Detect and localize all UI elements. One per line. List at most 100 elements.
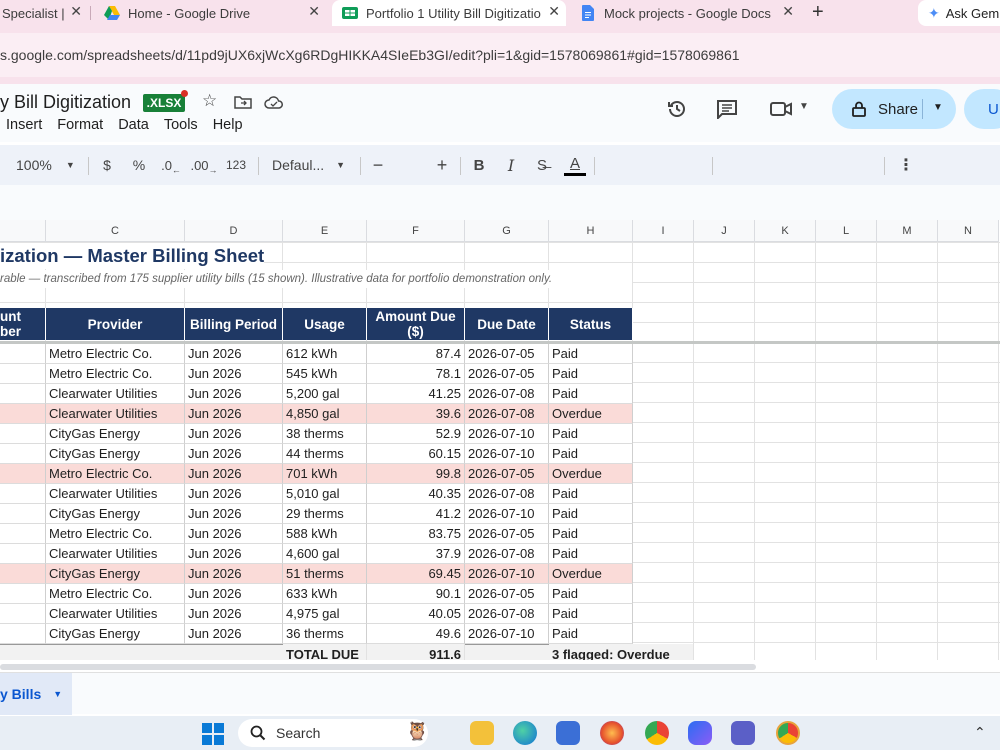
cell-status[interactable]: Overdue	[549, 404, 633, 424]
address-bar[interactable]: s.google.com/spreadsheets/d/11pd9jUX6xjW…	[0, 33, 1000, 77]
column-header-d[interactable]: D	[185, 220, 283, 242]
cell-usage[interactable]: 4,600 gal	[283, 544, 367, 564]
cell-status[interactable]: Overdue	[549, 564, 633, 584]
tab-specialist[interactable]: Specialist | ✕	[0, 0, 88, 26]
cell-amount[interactable]: 83.75	[367, 524, 465, 544]
share-button[interactable]: Share ▼	[832, 89, 956, 129]
cell-due[interactable]: 2026-07-08	[465, 384, 549, 404]
cell-usage[interactable]: 5,200 gal	[283, 384, 367, 404]
comments-icon[interactable]	[716, 99, 738, 119]
cell-usage[interactable]: 36 therms	[283, 624, 367, 644]
cell-provider[interactable]: Metro Electric Co.	[46, 584, 185, 604]
column-header-j[interactable]: J	[694, 220, 755, 242]
cell-account-cell[interactable]	[0, 364, 46, 384]
cell-provider[interactable]: Clearwater Utilities	[46, 484, 185, 504]
cell-status[interactable]: Paid	[549, 524, 633, 544]
cell-period[interactable]: Jun 2026	[185, 524, 283, 544]
store-icon[interactable]	[556, 721, 580, 745]
ask-gemini-button[interactable]: ✦ Ask Gem	[918, 0, 1000, 26]
cell-period[interactable]: Jun 2026	[185, 504, 283, 524]
column-header-e[interactable]: E	[283, 220, 367, 242]
cell-usage[interactable]: 633 kWh	[283, 584, 367, 604]
cell-period[interactable]: Jun 2026	[185, 564, 283, 584]
decrease-font-size-button[interactable]: −	[368, 145, 388, 185]
cloud-saved-icon[interactable]	[264, 95, 284, 109]
column-header-b[interactable]	[0, 220, 46, 242]
decrease-decimal-button[interactable]: .0 ←	[158, 145, 184, 185]
cell-usage[interactable]: 5,010 gal	[283, 484, 367, 504]
cell-period[interactable]: Jun 2026	[185, 384, 283, 404]
cell-provider[interactable]: Clearwater Utilities	[46, 544, 185, 564]
total-amount[interactable]: 911.6	[367, 644, 465, 660]
cell-due[interactable]: 2026-07-10	[465, 564, 549, 584]
cell-provider[interactable]: Clearwater Utilities	[46, 384, 185, 404]
cell-status[interactable]: Overdue	[549, 464, 633, 484]
cell-account-cell[interactable]	[0, 344, 46, 364]
currency-format-button[interactable]: $	[96, 145, 118, 185]
cell-account-cell[interactable]	[0, 484, 46, 504]
cell-account-cell[interactable]	[0, 604, 46, 624]
cell-status[interactable]: Paid	[549, 384, 633, 404]
bold-button[interactable]: B	[468, 145, 490, 185]
cell-provider[interactable]: CityGas Energy	[46, 624, 185, 644]
cell-due[interactable]: 2026-07-08	[465, 484, 549, 504]
cell-period[interactable]: Jun 2026	[185, 484, 283, 504]
close-icon[interactable]: ✕	[782, 3, 794, 20]
column-header-c[interactable]: C	[46, 220, 185, 242]
cell-usage[interactable]: 44 therms	[283, 444, 367, 464]
text-color-button[interactable]: A	[562, 145, 588, 185]
cell-account-cell[interactable]	[0, 624, 46, 644]
cell-usage[interactable]: 51 therms	[283, 564, 367, 584]
percent-format-button[interactable]: %	[128, 145, 150, 185]
chevron-down-icon[interactable]: ▼	[799, 101, 809, 112]
chrome-icon[interactable]	[645, 721, 669, 745]
cell-status[interactable]: Paid	[549, 604, 633, 624]
cell-status[interactable]: Paid	[549, 504, 633, 524]
cell-provider[interactable]: CityGas Energy	[46, 504, 185, 524]
chrome-canary-icon[interactable]	[776, 721, 800, 745]
cell-amount[interactable]: 49.6	[367, 624, 465, 644]
cell-usage[interactable]: 29 therms	[283, 504, 367, 524]
cell-period[interactable]: Jun 2026	[185, 364, 283, 384]
cell-amount[interactable]: 87.4	[367, 344, 465, 364]
more-options-button[interactable]: ⋮	[896, 145, 916, 185]
cell-status[interactable]: Paid	[549, 584, 633, 604]
new-tab-button[interactable]: +	[812, 1, 824, 24]
chevron-down-icon[interactable]: ▼	[933, 102, 943, 113]
cell-provider[interactable]: CityGas Energy	[46, 424, 185, 444]
column-header-k[interactable]: K	[755, 220, 816, 242]
cell-status[interactable]: Paid	[549, 444, 633, 464]
cell-account-cell[interactable]	[0, 384, 46, 404]
menu-data[interactable]: Data	[118, 117, 149, 133]
zoom-select[interactable]: 100% ▼	[10, 145, 76, 185]
cell-usage[interactable]: 588 kWh	[283, 524, 367, 544]
cell-provider[interactable]: Clearwater Utilities	[46, 604, 185, 624]
cell-due[interactable]: 2026-07-05	[465, 344, 549, 364]
cell-provider[interactable]: Metro Electric Co.	[46, 344, 185, 364]
cell-usage[interactable]: 701 kWh	[283, 464, 367, 484]
cell-period[interactable]: Jun 2026	[185, 444, 283, 464]
cell-account-cell[interactable]	[0, 504, 46, 524]
meet-video-icon[interactable]	[770, 101, 794, 117]
cell-account-cell[interactable]	[0, 424, 46, 444]
move-folder-icon[interactable]	[234, 95, 252, 109]
cell-due[interactable]: 2026-07-05	[465, 464, 549, 484]
cell-due[interactable]: 2026-07-10	[465, 624, 549, 644]
column-header-n[interactable]: N	[938, 220, 999, 242]
menu-format[interactable]: Format	[57, 117, 103, 133]
tab-portfolio-sheet[interactable]: Portfolio 1 Utility Bill Digitizatio ✕	[332, 0, 566, 26]
tab-google-drive[interactable]: Home - Google Drive ✕	[94, 0, 326, 26]
cell-due[interactable]: 2026-07-10	[465, 444, 549, 464]
taskbar-search-box[interactable]: Search 🦉	[238, 719, 428, 747]
close-icon[interactable]: ✕	[548, 3, 560, 20]
cell-status[interactable]: Paid	[549, 484, 633, 504]
cell-provider[interactable]: Metro Electric Co.	[46, 464, 185, 484]
spreadsheet-grid[interactable]: CDEFGHIJKLMN ization — Master Billing Sh…	[0, 220, 1000, 660]
cell-amount[interactable]: 78.1	[367, 364, 465, 384]
cell-usage[interactable]: 38 therms	[283, 424, 367, 444]
cell-status[interactable]: Paid	[549, 364, 633, 384]
close-icon[interactable]: ✕	[70, 3, 82, 20]
menu-tools[interactable]: Tools	[164, 117, 198, 133]
cell-account-cell[interactable]	[0, 524, 46, 544]
cell-provider[interactable]: CityGas Energy	[46, 444, 185, 464]
